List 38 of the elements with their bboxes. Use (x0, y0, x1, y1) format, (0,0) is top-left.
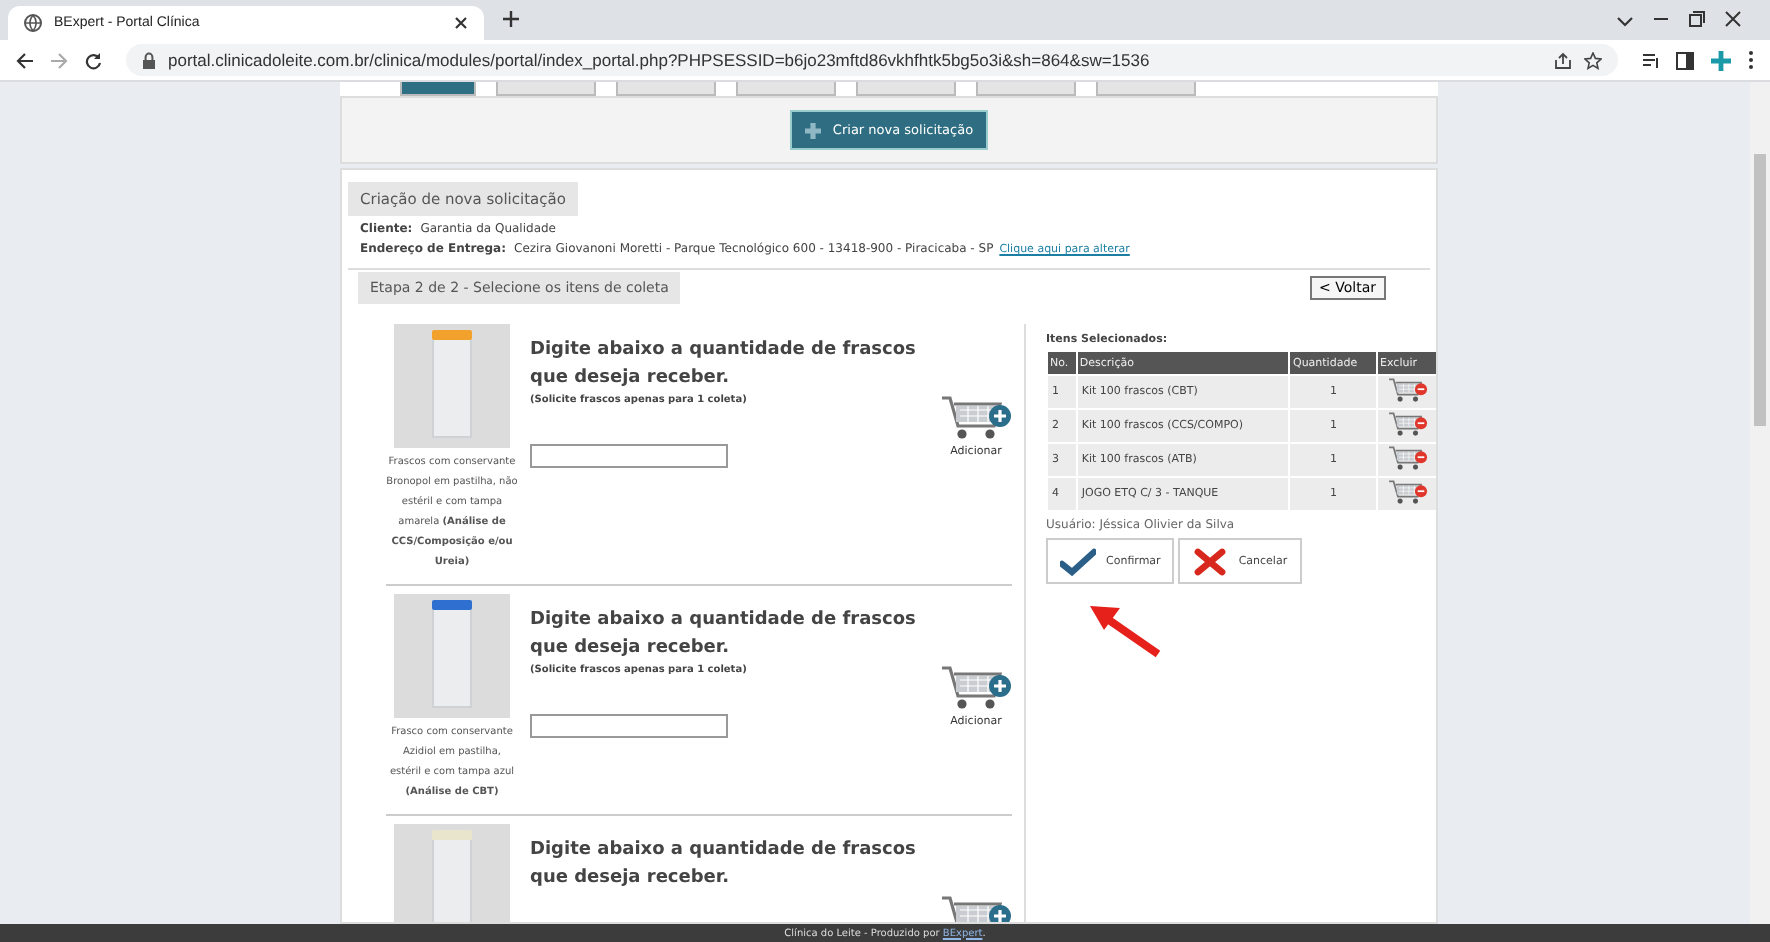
scrollbar[interactable] (1750, 82, 1770, 924)
cart-remove-icon[interactable] (1388, 444, 1429, 472)
sidebar-icon[interactable] (1676, 51, 1694, 69)
new-tab-icon[interactable] (502, 10, 520, 28)
close-icon[interactable] (454, 16, 468, 30)
close-icon[interactable] (1724, 10, 1742, 28)
quantity-field[interactable] (530, 714, 728, 738)
cart-add-icon[interactable] (940, 392, 1012, 444)
back-arrow-icon[interactable] (16, 51, 34, 69)
cart-remove-icon[interactable] (1388, 410, 1429, 438)
bottle-body (432, 840, 472, 922)
quantity-heading: Digite abaixo a quantidade de frascos que deseja receber. (530, 338, 918, 392)
lock-icon (142, 51, 156, 69)
bottle-body (432, 340, 472, 438)
x-icon (1192, 547, 1229, 575)
cart-remove-icon[interactable] (1388, 478, 1429, 506)
plus-icon (804, 121, 823, 139)
quantity-heading: Digite abaixo a quantidade de frascos que deseja receber. (530, 838, 918, 892)
nav-button[interactable] (400, 82, 476, 96)
scrollbar-thumb[interactable] (1754, 154, 1766, 426)
url-text: portal.clinicadoleite.com.br/clinica/modules/portal/index_portal.php?PHPSESSID=b6jo23mftd86vkhfhtk5bg5o3i&sh=864&sw=1536 (168, 50, 1150, 70)
plus-icon[interactable] (1710, 49, 1732, 71)
address-bar[interactable]: portal.clinicadoleite.com.br/clinica/modules/portal/index_portal.php?PHPSESSID=b6jo23mftd86vkhfhtk5bg5o3i&sh=864&sw=1536 (126, 44, 1618, 76)
more-menu-icon[interactable] (1748, 50, 1754, 70)
bottle-body (432, 610, 472, 708)
cart-remove-icon[interactable] (1388, 376, 1429, 404)
quantity-field[interactable] (530, 444, 728, 468)
playlist-icon[interactable] (1642, 51, 1660, 69)
chevron-down-icon[interactable] (1616, 16, 1634, 28)
share-icon[interactable] (1554, 51, 1572, 69)
quantity-heading: Digite abaixo a quantidade de frascos que deseja receber. (530, 608, 918, 662)
star-icon[interactable] (1584, 51, 1602, 69)
arrow-annotation (1086, 602, 1162, 658)
restore-icon[interactable] (1688, 10, 1706, 28)
reload-icon[interactable] (84, 51, 102, 69)
globe-icon (24, 14, 42, 32)
check-icon (1060, 547, 1096, 575)
cart-add-icon[interactable] (940, 662, 1012, 714)
